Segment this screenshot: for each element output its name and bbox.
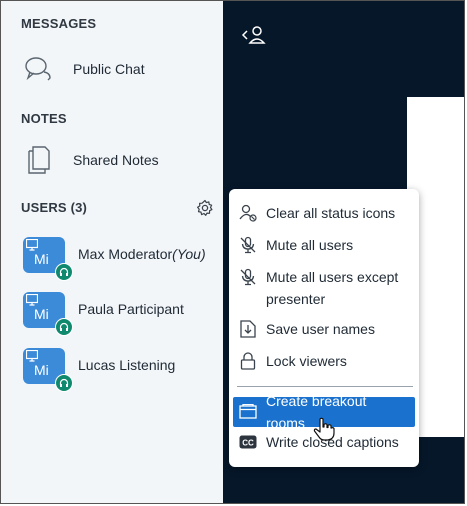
menu-item-label: Write closed captions bbox=[266, 434, 399, 450]
user-list-toggle-icon bbox=[241, 26, 266, 44]
svg-text:CC: CC bbox=[242, 439, 254, 448]
user-item-max-moderator[interactable]: Mi Max Moderator(You) bbox=[23, 237, 218, 281]
toggle-user-list-button[interactable] bbox=[241, 25, 267, 45]
menu-item-clear-status[interactable]: Clear all status icons bbox=[233, 202, 415, 224]
user-options-gear-button[interactable] bbox=[195, 198, 215, 218]
headphones-icon bbox=[55, 318, 73, 336]
user-name-text: Max Moderator bbox=[78, 246, 173, 262]
gear-icon bbox=[197, 199, 213, 216]
chat-icon bbox=[23, 54, 53, 84]
public-chat-label: Public Chat bbox=[73, 61, 145, 77]
public-chat-item[interactable]: Public Chat bbox=[23, 51, 145, 87]
user-item-lucas-listening[interactable]: Mi Lucas Listening bbox=[23, 348, 218, 392]
users-section-title: USERS (3) bbox=[21, 200, 88, 215]
avatar-initials: Mi bbox=[34, 362, 49, 378]
shared-notes-item[interactable]: Shared Notes bbox=[23, 142, 159, 178]
menu-item-lock-viewers[interactable]: Lock viewers bbox=[233, 350, 415, 372]
avatar-initials: Mi bbox=[34, 306, 49, 322]
presenter-icon bbox=[26, 350, 38, 362]
presenter-icon bbox=[26, 294, 38, 306]
menu-item-label: Clear all status icons bbox=[266, 205, 396, 221]
hand-cursor-icon bbox=[313, 417, 335, 441]
presenter-icon bbox=[26, 239, 38, 251]
user-name: Max Moderator(You) bbox=[78, 246, 206, 262]
menu-item-label: Lock viewers bbox=[266, 353, 347, 369]
menu-item-label: Mute all users except presenter bbox=[266, 269, 399, 307]
lock-icon bbox=[237, 351, 259, 371]
mic-off-icon bbox=[237, 267, 259, 287]
headphones-icon bbox=[55, 374, 73, 392]
menu-item-label: Create breakout rooms bbox=[266, 393, 367, 431]
headphones-icon bbox=[55, 263, 73, 281]
user-item-paula-participant[interactable]: Mi Paula Participant bbox=[23, 292, 218, 336]
clear-status-icon bbox=[237, 203, 259, 223]
menu-item-mute-except-presenter[interactable]: Mute all users except presenter bbox=[233, 266, 415, 310]
user-name: Lucas Listening bbox=[78, 357, 176, 373]
you-indicator: (You) bbox=[172, 246, 206, 262]
menu-item-label: Mute all users bbox=[266, 237, 354, 253]
menu-item-mute-all[interactable]: Mute all users bbox=[233, 234, 415, 256]
user-name: Paula Participant bbox=[78, 301, 184, 317]
notes-section-title: NOTES bbox=[21, 111, 67, 126]
download-icon bbox=[237, 319, 259, 339]
avatar: Mi bbox=[23, 348, 73, 392]
mic-off-icon bbox=[237, 235, 259, 255]
menu-item-label: Save user names bbox=[266, 321, 375, 337]
menu-divider bbox=[237, 386, 413, 387]
user-list-sidebar: MESSAGES Public Chat NOTES Shared Notes bbox=[1, 1, 224, 503]
closed-captions-icon: CC bbox=[237, 432, 259, 452]
avatar: Mi bbox=[23, 237, 73, 281]
menu-item-save-user-names[interactable]: Save user names bbox=[233, 318, 415, 340]
avatar-initials: Mi bbox=[34, 251, 49, 267]
app-window: MESSAGES Public Chat NOTES Shared Notes bbox=[0, 0, 465, 504]
shared-notes-label: Shared Notes bbox=[73, 152, 159, 168]
notes-icon bbox=[23, 145, 53, 175]
messages-section-title: MESSAGES bbox=[21, 16, 97, 31]
avatar: Mi bbox=[23, 292, 73, 336]
breakout-rooms-icon bbox=[237, 402, 259, 422]
